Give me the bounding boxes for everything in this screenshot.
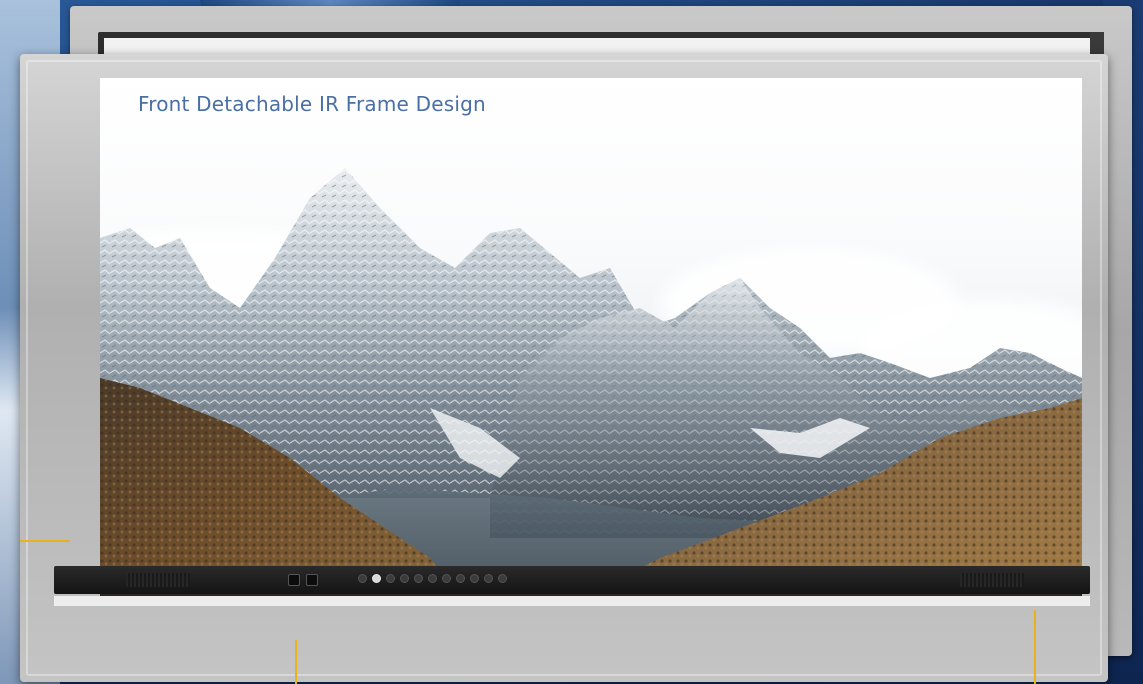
- hardware-button: [358, 574, 367, 583]
- hardware-button: [386, 574, 395, 583]
- front-buttons: [358, 574, 507, 583]
- hardware-button: [428, 574, 437, 583]
- mountain-landscape-image: [100, 168, 1082, 598]
- front-ports: [288, 574, 318, 586]
- speaker-grille-right: [960, 573, 1024, 587]
- hardware-button: [442, 574, 451, 583]
- hardware-button: [414, 574, 423, 583]
- hardware-button: [456, 574, 465, 583]
- hardware-button: [498, 574, 507, 583]
- frame-bottom-strip: [54, 596, 1090, 606]
- callout-line-ports: [295, 640, 297, 684]
- front-control-bar: [54, 566, 1090, 594]
- screen-title: Front Detachable IR Frame Design: [138, 92, 486, 116]
- hardware-button: [470, 574, 479, 583]
- callout-line-left: [20, 540, 70, 542]
- usb-port: [288, 574, 300, 586]
- power-button: [372, 574, 381, 583]
- speaker-grille-left: [126, 573, 190, 587]
- callout-line-right: [1034, 610, 1036, 684]
- hardware-button: [484, 574, 493, 583]
- usb-port: [306, 574, 318, 586]
- product-illustration: Front Detachable IR Frame Design: [0, 0, 1143, 684]
- hardware-button: [400, 574, 409, 583]
- display-screen: Front Detachable IR Frame Design: [100, 78, 1082, 598]
